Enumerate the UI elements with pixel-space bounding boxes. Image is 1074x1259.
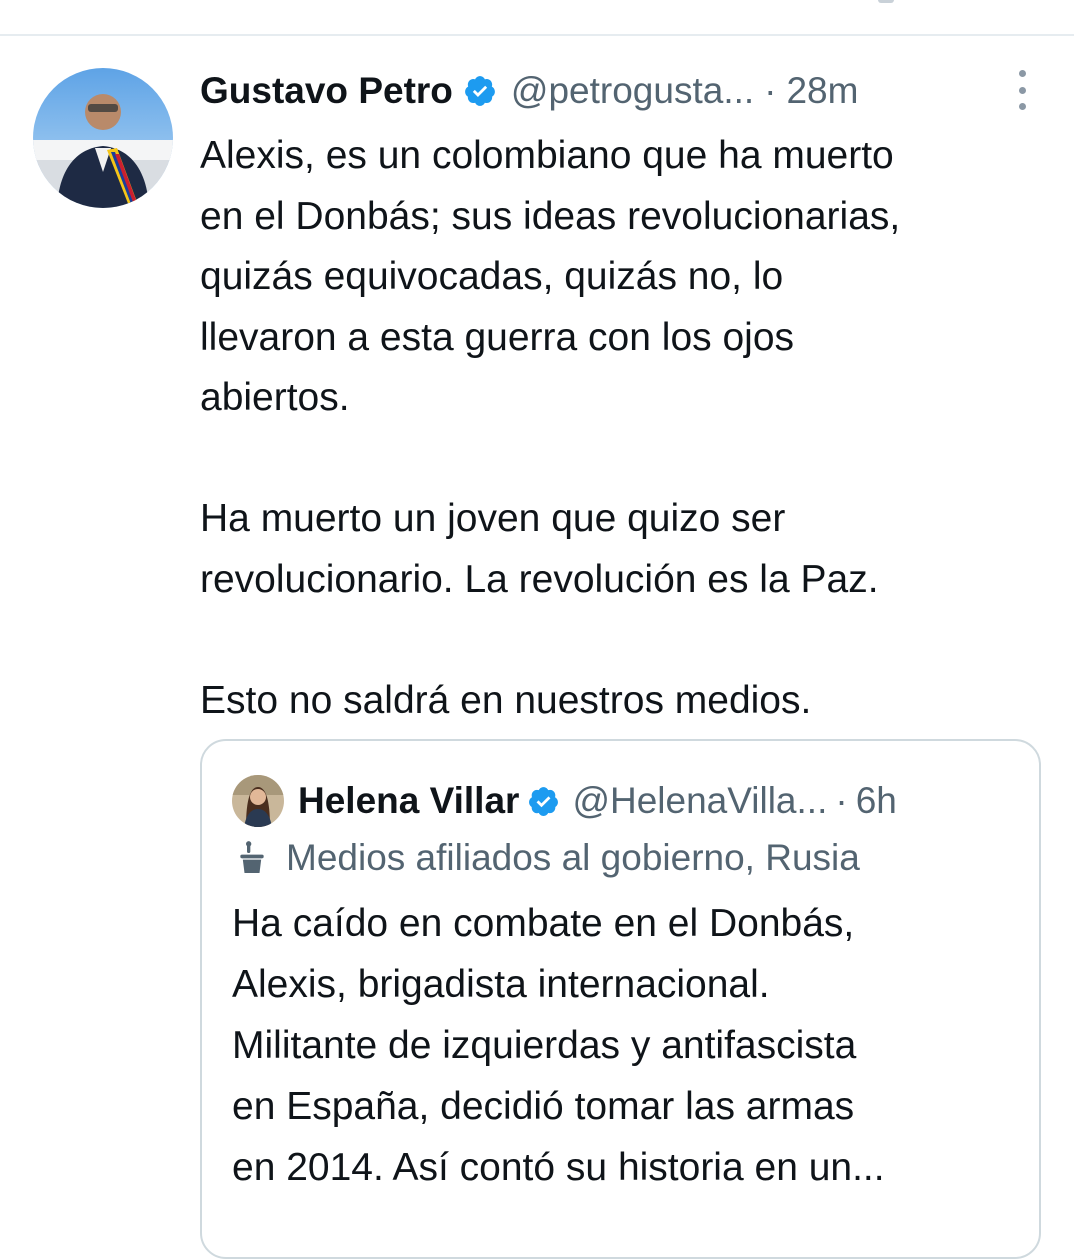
- verified-badge-icon: [527, 785, 560, 818]
- quoted-text-line: Ha caído en combate en el Donbás,: [232, 902, 855, 945]
- quoted-text-line: en 2014. Así contó su historia en un...: [232, 1146, 885, 1189]
- tweet-text-line: en el Donbás; sus ideas revolucionarias,: [200, 194, 901, 238]
- state-media-label[interactable]: Medios afiliados al gobierno, Rusia: [232, 833, 1032, 883]
- quoted-tweet-timestamp[interactable]: 6h: [856, 780, 897, 822]
- quoted-author-avatar[interactable]: [232, 775, 284, 827]
- tweet-text: Alexis, es un colombiano que ha muerto e…: [200, 126, 1060, 731]
- state-media-label-text: Medios afiliados al gobierno, Rusia: [286, 837, 860, 878]
- verified-badge-icon: [463, 74, 497, 108]
- separator-dot: ·: [835, 780, 848, 821]
- tweet-header: Gustavo Petro @petrogusta... · 28m: [200, 66, 1060, 116]
- tweet-text-line: quizás equivocadas, quizás no, lo: [200, 255, 784, 298]
- quoted-text-line: en España, decidió tomar las armas: [232, 1085, 855, 1128]
- tweet-timestamp[interactable]: 28m: [786, 70, 858, 112]
- quoted-tweet-card[interactable]: Helena Villar @HelenaVilla... · 6h Medio…: [200, 739, 1041, 1259]
- tweet[interactable]: Gustavo Petro @petrogusta... · 28m Alexi…: [0, 36, 1074, 1259]
- quoted-tweet-header: Helena Villar @HelenaVilla... · 6h: [232, 771, 1032, 831]
- more-dot: [1018, 70, 1026, 77]
- quoted-text-line: Alexis, brigadista internacional.: [232, 963, 770, 1006]
- author-avatar[interactable]: [33, 68, 173, 208]
- author-name[interactable]: Gustavo Petro: [200, 70, 453, 112]
- tweet-text-line: llevaron a esta guerra con los ojos: [200, 315, 795, 359]
- more-dot: [1018, 103, 1026, 110]
- tweet-text-line: revolucionario. La revolución es la Paz.: [200, 557, 879, 601]
- tweet-text-line: Ha muerto un joven que quizo ser: [200, 497, 786, 540]
- state-media-podium-icon: [232, 838, 272, 878]
- tweet-text-line: abiertos.: [200, 376, 350, 419]
- quoted-author-handle[interactable]: @HelenaVilla...: [572, 780, 827, 822]
- quoted-text-line: Militante de izquierdas y antifascista: [232, 1024, 857, 1067]
- previous-item-edge: [878, 0, 894, 3]
- more-vertical-icon[interactable]: [1012, 70, 1032, 110]
- quoted-author-name[interactable]: Helena Villar: [298, 780, 519, 822]
- more-dot: [1018, 86, 1026, 94]
- separator-dot: ·: [764, 70, 777, 111]
- quoted-tweet-text: Ha caído en combate en el Donbás, Alexis…: [232, 893, 1022, 1198]
- tweet-text-line: Alexis, es un colombiano que ha muerto: [200, 134, 894, 177]
- tweet-text-line: Esto no saldrá en nuestros medios.: [200, 678, 812, 722]
- author-handle[interactable]: @petrogusta...: [511, 70, 754, 112]
